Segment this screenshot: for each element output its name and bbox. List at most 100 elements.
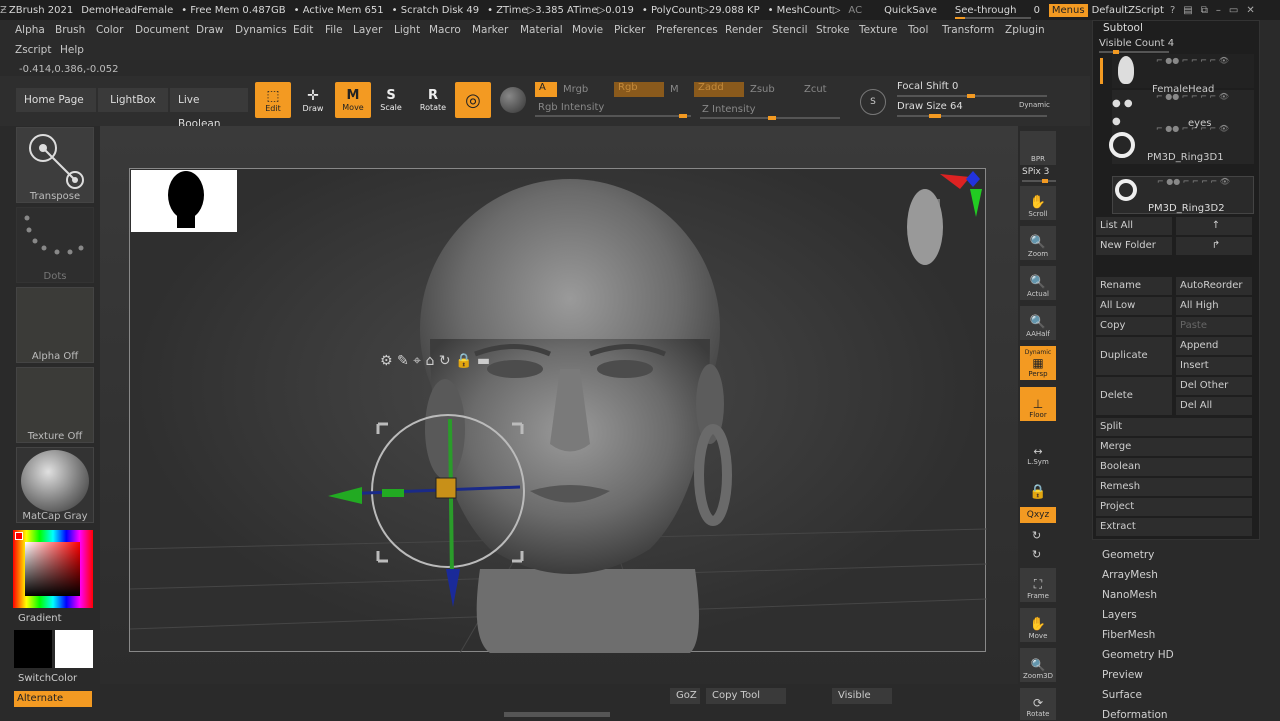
menu-zscript[interactable]: Zscript (15, 44, 51, 56)
zadd-toggle[interactable]: Zadd (694, 82, 744, 97)
boolean-button[interactable]: Boolean (1096, 458, 1252, 476)
draw-size-track[interactable] (897, 114, 1047, 118)
merge-button[interactable]: Merge (1096, 438, 1252, 456)
z-intensity-slider[interactable] (700, 116, 840, 120)
palette-layers[interactable]: Layers (1102, 609, 1137, 621)
menu-alpha[interactable]: Alpha (15, 24, 45, 36)
rgb-toggle[interactable]: Rgb (614, 82, 664, 97)
palette-arraymesh[interactable]: ArrayMesh (1102, 569, 1158, 581)
palette-fibermesh[interactable]: FiberMesh (1102, 629, 1155, 641)
move-folder-button[interactable]: ↱ (1176, 237, 1252, 255)
menu-movie[interactable]: Movie (572, 24, 603, 36)
list-all-button[interactable]: List All (1096, 217, 1172, 235)
delete-button[interactable]: Delete (1096, 377, 1172, 415)
split-button[interactable]: Split (1096, 418, 1252, 436)
menu-document[interactable]: Document (135, 24, 189, 36)
subtool-item-eyes[interactable]: ● ⌐ ●● ⌐ ⌐ ⌐ ⌐ 👁 eyes PM3D_Ring3D1 (1109, 116, 1254, 164)
dynamic-toggle[interactable]: Dynamic (1019, 101, 1050, 109)
menu-stencil[interactable]: Stencil (772, 24, 808, 36)
zsub-toggle[interactable]: Zsub (750, 84, 775, 95)
home-page-button[interactable]: Home Page (16, 88, 96, 112)
document-canvas[interactable]: ⚙ ✎ ⌖ ⌂ ↻ 🔒 ▬ (129, 168, 988, 654)
gizmo-toolbar[interactable]: ⚙ ✎ ⌖ ⌂ ↻ 🔒 ▬ (380, 353, 490, 369)
del-all-button[interactable]: Del All (1176, 397, 1252, 415)
menu-picker[interactable]: Picker (614, 24, 645, 36)
new-folder-button[interactable]: New Folder (1096, 237, 1172, 255)
draw-size-slider[interactable]: Draw Size 64 (897, 101, 963, 112)
move-up-button[interactable]: ↑ (1176, 217, 1252, 235)
focal-shift-slider[interactable]: Focal Shift 0 (897, 81, 958, 92)
material-sphere-icon[interactable] (500, 87, 526, 113)
menu-draw[interactable]: Draw (196, 24, 223, 36)
palette-nanomesh[interactable]: NanoMesh (1102, 589, 1157, 601)
bottom-tray-handle[interactable] (504, 712, 610, 717)
window-layout-icon[interactable]: ▤ (1183, 5, 1192, 16)
del-other-button[interactable]: Del Other (1176, 377, 1252, 395)
floor-button[interactable]: ⊥ Floor (1020, 387, 1056, 421)
subtool-title[interactable]: Subtool (1103, 22, 1143, 34)
menu-layer[interactable]: Layer (353, 24, 382, 36)
live-boolean-button[interactable]: Live Boolean (170, 88, 248, 130)
menu-file[interactable]: File (325, 24, 343, 36)
bpr-button[interactable]: BPR (1020, 131, 1056, 165)
quicksave-button[interactable]: QuickSave (884, 5, 937, 16)
xyz-button[interactable]: Qxyz (1020, 507, 1056, 523)
palette-geometry[interactable]: Geometry (1102, 549, 1154, 561)
menu-help[interactable]: Help (60, 44, 84, 56)
see-through-slider[interactable]: See-through 0 (954, 5, 1040, 19)
subtool-controls-icon[interactable]: ⌐ ●● ⌐ ⌐ ⌐ ⌐ 👁 (1157, 177, 1230, 186)
copy-tool-button[interactable]: Copy Tool (706, 688, 786, 704)
autoreorder-button[interactable]: AutoReorder (1176, 277, 1252, 295)
spix-track[interactable] (1022, 179, 1056, 183)
visible-count-track[interactable] (1099, 50, 1169, 54)
focal-shift-track[interactable] (897, 94, 1047, 98)
lock-button[interactable]: 🔒 (1020, 468, 1056, 502)
menu-texture[interactable]: Texture (859, 24, 897, 36)
menu-render[interactable]: Render (725, 24, 762, 36)
close-icon[interactable]: ✕ (1246, 5, 1254, 16)
a-toggle[interactable]: A (535, 82, 557, 97)
palette-deformation[interactable]: Deformation (1102, 709, 1168, 721)
goz-button[interactable]: GoZ (670, 688, 700, 704)
lightbox-button[interactable]: LightBox (98, 88, 168, 112)
switchcolor-button[interactable]: SwitchColor (18, 673, 77, 684)
rotate-view-button[interactable]: ⟳ Rotate (1020, 688, 1056, 720)
menu-zplugin[interactable]: Zplugin (1005, 24, 1045, 36)
subtool-item-ring2[interactable]: ⌐ ●● ⌐ ⌐ ⌐ ⌐ 👁 PM3D_Ring3D2 (1112, 176, 1254, 214)
rotate-z-icon[interactable]: ↻ (1032, 548, 1041, 561)
rgb-intensity-slider[interactable] (535, 114, 691, 118)
visible-count-slider[interactable]: Visible Count 4 (1099, 38, 1174, 49)
move-button[interactable]: M Move (335, 82, 371, 118)
paste-button[interactable]: Paste (1176, 317, 1252, 335)
subtool-item-femalehead[interactable]: ● ● ⌐ ●● ⌐ ⌐ ⌐ ⌐ 👁 FemaleHead (1112, 84, 1254, 128)
menu-transform[interactable]: Transform (942, 24, 994, 36)
rotate-y-icon[interactable]: ↻ (1032, 529, 1041, 542)
menu-preferences[interactable]: Preferences (656, 24, 718, 36)
maximize-icon[interactable]: ▭ (1229, 5, 1238, 16)
help-icon[interactable]: ? (1170, 5, 1175, 16)
rotate-button[interactable]: R Rotate (415, 82, 451, 118)
menus-button[interactable]: Menus (1048, 3, 1088, 17)
subtool-item-head-thumb[interactable]: ⌐ ●● ⌐ ⌐ ⌐ ⌐ 👁 (1112, 54, 1254, 88)
lsym-button[interactable]: ↔ L.Sym (1020, 434, 1056, 468)
actual-button[interactable]: 🔍 Actual (1020, 266, 1056, 300)
frame-button[interactable]: ⛶ Frame (1020, 568, 1056, 602)
gradient-label[interactable]: Gradient (18, 613, 62, 624)
head-model[interactable] (420, 179, 732, 653)
insert-button[interactable]: Insert (1176, 357, 1252, 375)
duplicate-button[interactable]: Duplicate (1096, 337, 1172, 375)
all-high-button[interactable]: All High (1176, 297, 1252, 315)
gizmo-button[interactable]: ◎ (455, 82, 491, 118)
zoom3d-button[interactable]: 🔍 Zoom3D (1020, 648, 1056, 682)
extract-button[interactable]: Extract (1096, 518, 1252, 536)
scale-button[interactable]: S Scale (373, 82, 409, 118)
project-button[interactable]: Project (1096, 498, 1252, 516)
visible-button[interactable]: Visible (832, 688, 892, 704)
color-square[interactable] (25, 542, 80, 596)
palette-surface[interactable]: Surface (1102, 689, 1142, 701)
secondary-color-swatch[interactable] (14, 630, 52, 668)
menu-macro[interactable]: Macro (429, 24, 461, 36)
menu-material[interactable]: Material (520, 24, 563, 36)
window-pin-icon[interactable]: ⧉ (1201, 5, 1208, 16)
menu-marker[interactable]: Marker (472, 24, 508, 36)
